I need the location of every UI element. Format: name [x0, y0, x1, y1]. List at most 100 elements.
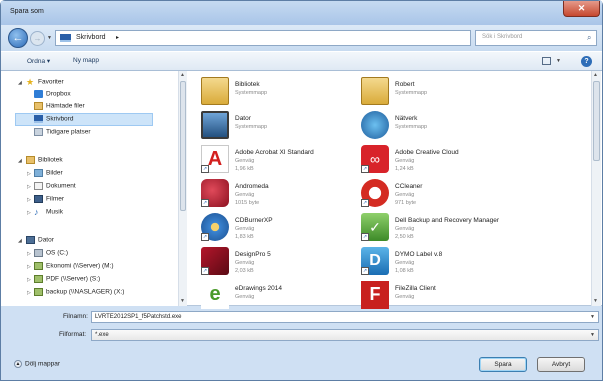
filename-row: Filnamn: LVRTE2012SP1_f5Patchstd.exe ▼	[1, 311, 602, 324]
close-button[interactable]: ✕	[563, 1, 600, 17]
expand-music-icon[interactable]: ▷	[27, 210, 31, 216]
network-icon	[361, 111, 389, 139]
shortcut-arrow-icon: ↗	[201, 165, 209, 173]
nav-item-drive-m[interactable]: Ekonomi (\\Server) (M:)	[34, 262, 114, 272]
forward-button[interactable]: →	[30, 31, 45, 46]
scroll-up-icon[interactable]: ▲	[180, 72, 185, 78]
file-list-scroll-thumb[interactable]	[593, 81, 600, 161]
help-icon[interactable]: ?	[581, 56, 592, 67]
recent-places-icon	[34, 128, 43, 136]
filename-value: LVRTE2012SP1_f5Patchstd.exe	[95, 314, 182, 320]
expand-favorites-icon[interactable]: ◢	[18, 80, 22, 86]
filetype-dropdown-icon[interactable]: ▼	[590, 332, 595, 338]
network-drive-icon	[34, 262, 43, 270]
expand-computer-icon[interactable]: ◢	[18, 238, 22, 244]
file-item-ccleaner[interactable]: ↗ CCleaner Genväg 971 byte	[347, 177, 537, 211]
organize-button[interactable]: Ordna ▾	[27, 57, 50, 65]
file-item-natverk[interactable]: Nätverk Systemmapp	[347, 109, 537, 143]
shortcut-arrow-icon: ↗	[201, 267, 209, 275]
filename-input[interactable]: LVRTE2012SP1_f5Patchstd.exe ▼	[91, 311, 599, 323]
filename-dropdown-icon[interactable]: ▼	[590, 314, 595, 320]
desktop-icon	[34, 115, 43, 123]
navigation-bar: ← → ▼ Skrivbord ▸ ▼ ⟳ Sök i Skrivbord ⌕	[1, 25, 602, 51]
expand-pictures-icon[interactable]: ▷	[27, 171, 31, 177]
navigation-scroll-thumb[interactable]	[180, 81, 186, 211]
command-toolbar: Ordna ▾ Ny mapp ▼ ?	[1, 51, 602, 71]
file-item-robert[interactable]: Robert Systemmapp	[347, 75, 537, 109]
filetype-select[interactable]: *.exe ▼	[91, 329, 599, 341]
pictures-icon	[34, 169, 43, 177]
expand-documents-icon[interactable]: ▷	[27, 184, 31, 190]
view-dropdown-icon[interactable]: ▼	[556, 58, 561, 64]
save-button[interactable]: Spara	[479, 357, 527, 372]
shortcut-arrow-icon: ↗	[361, 199, 369, 207]
shortcut-arrow-icon: ↗	[361, 267, 369, 275]
library-folder-icon	[201, 77, 229, 105]
scroll-down-icon[interactable]: ▼	[180, 298, 185, 304]
nav-item-videos[interactable]: Filmer	[34, 195, 64, 205]
expand-libraries-icon[interactable]: ◢	[18, 158, 22, 164]
filetype-row: Filformat: *.exe ▼	[1, 329, 602, 342]
library-icon	[26, 156, 35, 164]
nav-item-dropbox[interactable]: Dropbox	[34, 90, 71, 100]
file-list: Bibliotek Systemmapp Robert Systemmapp D…	[187, 71, 591, 309]
hide-folders-toggle[interactable]: ▲ Dölj mappar	[14, 360, 60, 368]
nav-item-drive-x[interactable]: backup (\\NASLAGER) (X:)	[34, 288, 124, 298]
search-icon[interactable]: ⌕	[587, 33, 591, 43]
view-options-icon[interactable]	[542, 57, 551, 65]
search-input[interactable]: Sök i Skrivbord ⌕	[475, 30, 597, 46]
nav-item-documents[interactable]: Dokument	[34, 182, 76, 192]
expand-drive-c-icon[interactable]: ▷	[27, 251, 31, 257]
dropbox-icon	[34, 90, 43, 98]
nav-favorites[interactable]: ★ Favoriter	[26, 78, 64, 88]
nav-item-desktop[interactable]: Skrivbord	[34, 115, 73, 125]
scroll-up-icon[interactable]: ▲	[593, 72, 598, 78]
search-placeholder: Sök i Skrivbord	[482, 34, 523, 40]
filezilla-icon: F	[361, 281, 389, 309]
nav-item-pictures[interactable]: Bilder	[34, 169, 63, 179]
cancel-button[interactable]: Avbryt	[537, 357, 585, 372]
scroll-down-icon[interactable]: ▼	[593, 298, 598, 304]
shortcut-arrow-icon: ↗	[201, 233, 209, 241]
recent-locations-chevron-icon[interactable]: ▼	[47, 35, 52, 41]
window-title: Spara som	[10, 8, 44, 15]
shortcut-arrow-icon: ↗	[361, 165, 369, 173]
nav-computer[interactable]: Dator	[26, 236, 54, 246]
breadcrumb[interactable]: Skrivbord	[76, 34, 106, 41]
nav-item-drive-c[interactable]: OS (C:)	[34, 249, 68, 259]
breadcrumb-chevron-icon[interactable]: ▸	[116, 34, 119, 41]
edrawings-icon: e	[201, 281, 229, 309]
nav-item-downloads[interactable]: Hämtade filer	[34, 102, 85, 112]
nav-libraries[interactable]: Bibliotek	[26, 156, 63, 166]
computer-icon	[201, 111, 229, 139]
navigation-pane: ◢ ★ Favoriter Dropbox Hämtade filer Skriv…	[1, 71, 178, 306]
file-item-creative-cloud[interactable]: ∞ ↗ Adobe Creative Cloud Genväg 1,24 kB	[347, 143, 537, 177]
expand-videos-icon[interactable]: ▷	[27, 197, 31, 203]
address-bar[interactable]: Skrivbord ▸ ▼ ⟳	[55, 30, 522, 46]
back-button[interactable]: ←	[8, 28, 28, 48]
expand-drive-s-icon[interactable]: ▷	[27, 277, 31, 283]
expand-drive-m-icon[interactable]: ▷	[27, 264, 31, 270]
navigation-scrollbar[interactable]: ▲ ▼	[178, 71, 187, 306]
collapse-icon: ▲	[14, 360, 22, 368]
shortcut-arrow-icon: ↗	[201, 199, 209, 207]
documents-icon	[34, 182, 43, 190]
network-drive-icon	[34, 288, 43, 296]
nav-item-music[interactable]: ♪ Musik	[34, 208, 63, 218]
file-item-dell-backup[interactable]: ✓ ↗ Dell Backup and Recovery Manager Gen…	[347, 211, 537, 245]
expand-drive-x-icon[interactable]: ▷	[27, 290, 31, 296]
file-item-filezilla[interactable]: F FileZilla Client Genväg	[347, 279, 537, 313]
filename-label: Filnamn:	[63, 313, 88, 320]
filetype-value: *.exe	[95, 332, 109, 338]
computer-icon	[26, 236, 35, 244]
videos-icon	[34, 195, 43, 203]
downloads-folder-icon	[34, 102, 43, 110]
file-item-dymo[interactable]: D ↗ DYMO Label v.8 Genväg 1,08 kB	[347, 245, 537, 279]
music-icon: ♪	[34, 207, 39, 217]
nav-item-drive-s[interactable]: PDF (\\Server) (S:)	[34, 275, 100, 285]
file-list-scrollbar[interactable]: ▲ ▼	[591, 71, 601, 306]
user-folder-icon	[361, 77, 389, 105]
nav-item-recent-places[interactable]: Tidigare platser	[34, 128, 91, 138]
network-drive-icon	[34, 275, 43, 283]
new-folder-button[interactable]: Ny mapp	[73, 57, 99, 64]
